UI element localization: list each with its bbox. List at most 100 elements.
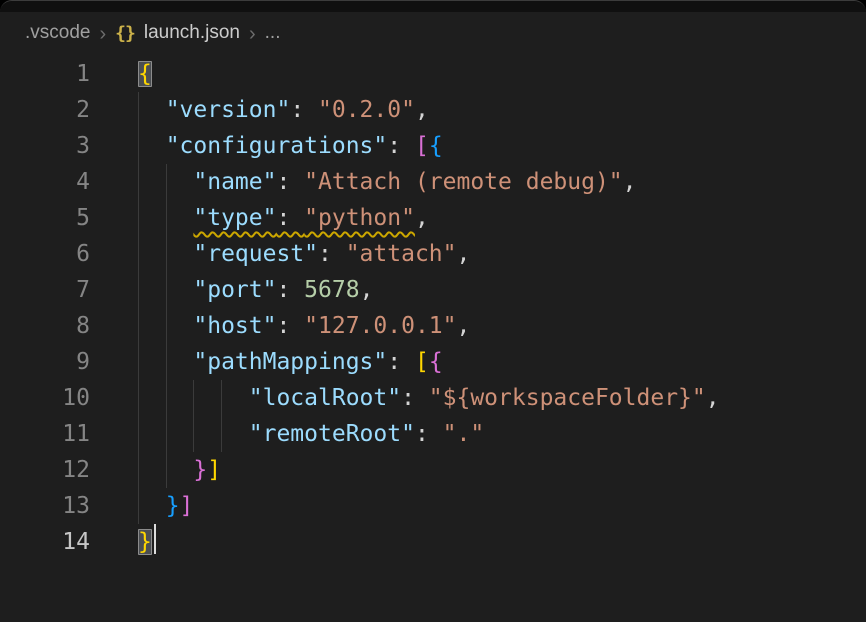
breadcrumb: .vscode › {} launch.json › ... <box>0 12 866 54</box>
line-number[interactable]: 1 <box>0 56 90 92</box>
code-line-row[interactable]: 7 "port": 5678, <box>0 272 866 308</box>
code-token: : <box>401 385 429 411</box>
line-number[interactable]: 6 <box>0 236 90 272</box>
code-token: "type" <box>193 205 276 231</box>
indent-guide <box>138 128 139 164</box>
indent-guide <box>166 452 167 488</box>
code-token: } <box>193 457 207 483</box>
code-line: "port": 5678, <box>138 272 373 308</box>
code-token: , <box>415 97 429 123</box>
code-token: "." <box>443 421 485 447</box>
code-line-row[interactable]: 1{ <box>0 56 866 92</box>
code-token: "${workspaceFolder}" <box>429 385 706 411</box>
breadcrumb-symbol-ellipsis[interactable]: ... <box>265 22 281 44</box>
code-line: "type": "python", <box>138 200 429 236</box>
line-number[interactable]: 12 <box>0 452 90 488</box>
code-lines: 1{2"version": "0.2.0",3"configurations":… <box>0 56 866 560</box>
indent-guide <box>138 308 139 344</box>
indent-guide <box>221 416 222 452</box>
line-number[interactable]: 13 <box>0 488 90 524</box>
matched-bracket: { <box>138 61 152 87</box>
code-line-row[interactable]: 12}] <box>0 452 866 488</box>
code-line: "localRoot": "${workspaceFolder}", <box>138 380 720 416</box>
code-line-row[interactable]: 5 "type": "python", <box>0 200 866 236</box>
line-number[interactable]: 7 <box>0 272 90 308</box>
indent-guide <box>138 92 139 128</box>
code-token: "0.2.0" <box>318 97 415 123</box>
code-line-row[interactable]: 9 "pathMappings": [{ <box>0 344 866 380</box>
code-line-row[interactable]: 6"request": "attach", <box>0 236 866 272</box>
chevron-right-icon: › <box>249 23 256 44</box>
line-number[interactable]: 10 <box>0 380 90 416</box>
code-token: : <box>387 133 415 159</box>
json-braces-icon: {} <box>115 23 135 44</box>
code-token: { <box>429 133 443 159</box>
line-number[interactable]: 4 <box>0 164 90 200</box>
indent-guide <box>166 236 167 272</box>
indent-guide <box>166 380 167 416</box>
code-token: : <box>318 241 346 267</box>
code-line-row[interactable]: 13}] <box>0 488 866 524</box>
indent-guide <box>166 344 167 380</box>
indent-guide <box>166 272 167 308</box>
indent-guide <box>166 200 167 236</box>
code-token: "name" <box>193 169 276 195</box>
code-token: "pathMappings" <box>193 349 387 375</box>
indent-guide <box>193 380 194 416</box>
code-token: "host" <box>193 313 276 339</box>
code-token: , <box>706 385 720 411</box>
code-token: "request" <box>193 241 318 267</box>
line-number[interactable]: 9 <box>0 344 90 380</box>
line-number[interactable]: 2 <box>0 92 90 128</box>
line-number[interactable]: 8 <box>0 308 90 344</box>
breadcrumb-item-folder[interactable]: .vscode <box>25 22 90 44</box>
indent-guide <box>138 452 139 488</box>
line-number[interactable]: 11 <box>0 416 90 452</box>
code-line: }] <box>138 452 221 488</box>
code-token: ] <box>207 457 221 483</box>
code-token: "configurations" <box>166 133 388 159</box>
code-token: "port" <box>193 277 276 303</box>
code-line: "pathMappings": [{ <box>138 344 443 380</box>
code-token: : <box>276 169 304 195</box>
indent-guide <box>138 488 139 524</box>
text-cursor <box>154 524 156 554</box>
editor[interactable]: 1{2"version": "0.2.0",3"configurations":… <box>0 54 866 622</box>
warning-squiggle: "type": "python" <box>193 205 415 231</box>
code-token: , <box>623 169 637 195</box>
line-number[interactable]: 5 <box>0 200 90 236</box>
line-number[interactable]: 3 <box>0 128 90 164</box>
line-number[interactable]: 14 <box>0 524 90 560</box>
code-line-row[interactable]: 14} <box>0 524 866 560</box>
vscode-window: .vscode › {} launch.json › ... 1{2"versi… <box>0 0 866 622</box>
indent-guide <box>166 308 167 344</box>
indent-guide <box>138 416 139 452</box>
matched-bracket: } <box>138 529 152 555</box>
code-line-row[interactable]: 4 "name": "Attach (remote debug)", <box>0 164 866 200</box>
code-token: } <box>166 493 180 519</box>
code-line-row[interactable]: 10 "localRoot": "${workspaceFolder}", <box>0 380 866 416</box>
breadcrumb-item-file[interactable]: launch.json <box>144 22 240 44</box>
code-line: "configurations": [{ <box>138 128 443 164</box>
code-token: , <box>415 205 429 231</box>
code-token: "localRoot" <box>249 385 401 411</box>
code-token: "Attach (remote debug)" <box>304 169 623 195</box>
code-line-row[interactable]: 11"remoteRoot": "." <box>0 416 866 452</box>
indent-guide <box>138 236 139 272</box>
window-top-strip <box>0 1 866 12</box>
indent-guide <box>138 380 139 416</box>
code-line-row[interactable]: 2"version": "0.2.0", <box>0 92 866 128</box>
code-line: } <box>138 524 156 560</box>
code-token: { <box>429 349 443 375</box>
code-token: "attach" <box>346 241 457 267</box>
code-line-row[interactable]: 3 "configurations": [{ <box>0 128 866 164</box>
code-token: [ <box>415 349 429 375</box>
code-token: , <box>360 277 374 303</box>
code-line-row[interactable]: 8"host": "127.0.0.1", <box>0 308 866 344</box>
code-token: ] <box>180 493 194 519</box>
indent-guide <box>166 416 167 452</box>
indent-guide <box>193 416 194 452</box>
code-token: [ <box>415 133 429 159</box>
code-token: "version" <box>166 97 291 123</box>
code-token: : <box>387 349 415 375</box>
